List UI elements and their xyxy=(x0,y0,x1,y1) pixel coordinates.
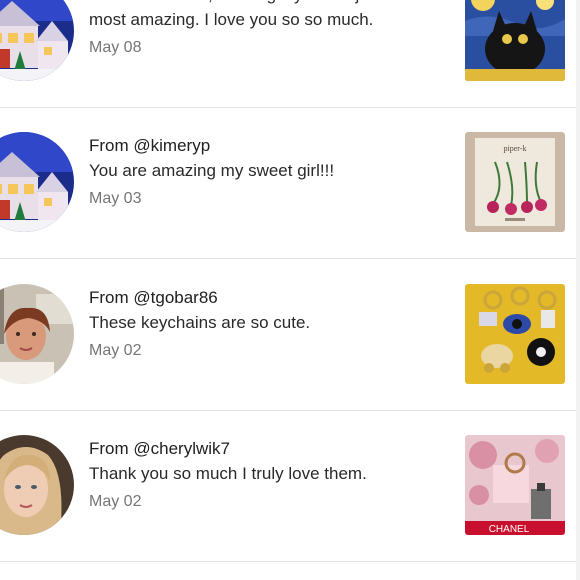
thumb-label: piper-k xyxy=(504,144,527,153)
feedback-list: Love it so much, sweet girl you are just… xyxy=(0,0,580,580)
feedback-message: Thank you so much I truly love them. xyxy=(89,464,367,483)
feedback-text: From @tgobar86 These keychains are so cu… xyxy=(89,285,449,362)
feedback-date: May 02 xyxy=(89,493,142,510)
feedback-message: Love it so much, sweet girl you are just… xyxy=(89,0,410,29)
feedback-item[interactable]: Love it so much, sweet girl you are just… xyxy=(0,0,580,108)
thumb-label: CHANEL xyxy=(489,524,530,535)
feedback-from: From @tgobar86 xyxy=(89,288,218,307)
feedback-item[interactable]: From @cherylwik7 Thank you so much I tru… xyxy=(0,410,580,562)
cherry-earrings-thumbnail[interactable]: piper-k xyxy=(465,132,565,232)
feedback-message: You are amazing my sweet girl!!! xyxy=(89,161,335,180)
feedback-date: May 02 xyxy=(89,342,142,359)
chanel-items-thumbnail[interactable]: CHANEL xyxy=(465,435,565,535)
scrollbar-track[interactable] xyxy=(576,0,580,580)
row-divider xyxy=(0,561,580,562)
user-photo-avatar-icon[interactable] xyxy=(0,284,74,384)
keychains-thumbnail[interactable] xyxy=(465,284,565,384)
feedback-from: From @kimeryp xyxy=(89,136,211,155)
feedback-text: From @kimeryp You are amazing my sweet g… xyxy=(89,133,449,210)
christmas-village-avatar-icon[interactable] xyxy=(0,0,74,81)
feedback-item[interactable]: From @tgobar86 These keychains are so cu… xyxy=(0,259,580,411)
feedback-item[interactable]: From @kimeryp You are amazing my sweet g… xyxy=(0,107,580,259)
feedback-message: These keychains are so cute. xyxy=(89,313,311,332)
feedback-from: From @cherylwik7 xyxy=(89,439,230,458)
feedback-text: Love it so much, sweet girl you are just… xyxy=(89,0,449,59)
feedback-date: May 03 xyxy=(89,190,142,207)
christmas-village-avatar-icon[interactable] xyxy=(0,132,74,232)
feedback-date: May 08 xyxy=(89,39,142,56)
feedback-text: From @cherylwik7 Thank you so much I tru… xyxy=(89,436,449,513)
user-photo-avatar-icon[interactable] xyxy=(0,435,74,535)
black-cat-painting-thumbnail[interactable] xyxy=(465,0,565,81)
